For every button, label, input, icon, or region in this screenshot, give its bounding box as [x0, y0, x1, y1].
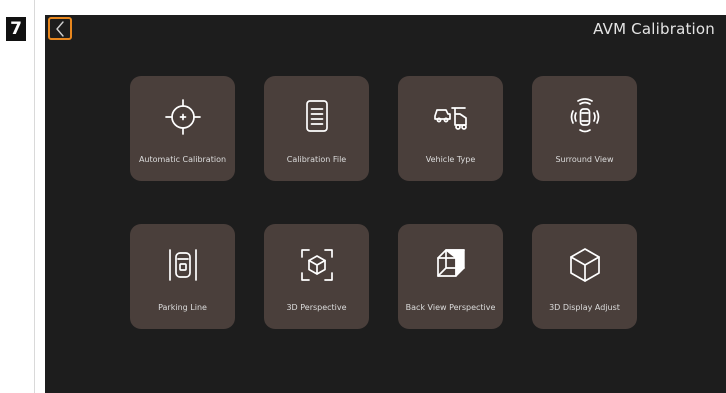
- tile-label: Parking Line: [158, 303, 207, 312]
- crosshair-icon: [130, 98, 235, 136]
- parking-line-icon: [130, 246, 235, 284]
- tile-label: 3D Display Adjust: [549, 303, 620, 312]
- tile-label: Vehicle Type: [425, 155, 476, 164]
- step-number-badge: 7: [6, 17, 26, 41]
- tile-back-view-perspective[interactable]: Back View Perspective: [398, 224, 503, 329]
- back-view-cube-icon: [398, 246, 503, 284]
- tile-calibration-file[interactable]: Calibration File: [264, 76, 369, 181]
- tile-automatic-calibration[interactable]: Automatic Calibration: [130, 76, 235, 181]
- cube-icon: [532, 246, 637, 284]
- tile-label: Calibration File: [286, 155, 347, 164]
- tile-3d-perspective[interactable]: 3D Perspective: [264, 224, 369, 329]
- tile-parking-line[interactable]: Parking Line: [130, 224, 235, 329]
- tile-3d-display-adjust[interactable]: 3D Display Adjust: [532, 224, 637, 329]
- document-icon: [264, 98, 369, 136]
- tile-vehicle-type[interactable]: Vehicle Type: [398, 76, 503, 181]
- tile-label: Automatic Calibration: [138, 155, 227, 164]
- avm-calibration-screen: AVM Calibration Automatic Calibration Ca…: [45, 15, 726, 393]
- surround-view-icon: [532, 98, 637, 136]
- cube-frame-icon: [264, 246, 369, 284]
- tile-surround-view[interactable]: Surround View: [532, 76, 637, 181]
- page-title: AVM Calibration: [593, 20, 715, 38]
- tile-label: Surround View: [555, 155, 614, 164]
- vehicle-type-icon: [398, 98, 503, 136]
- back-button[interactable]: [48, 17, 72, 40]
- tile-label: 3D Perspective: [286, 303, 347, 312]
- tile-label: Back View Perspective: [405, 303, 496, 312]
- frame-divider: [34, 0, 35, 393]
- chevron-left-icon: [56, 20, 64, 37]
